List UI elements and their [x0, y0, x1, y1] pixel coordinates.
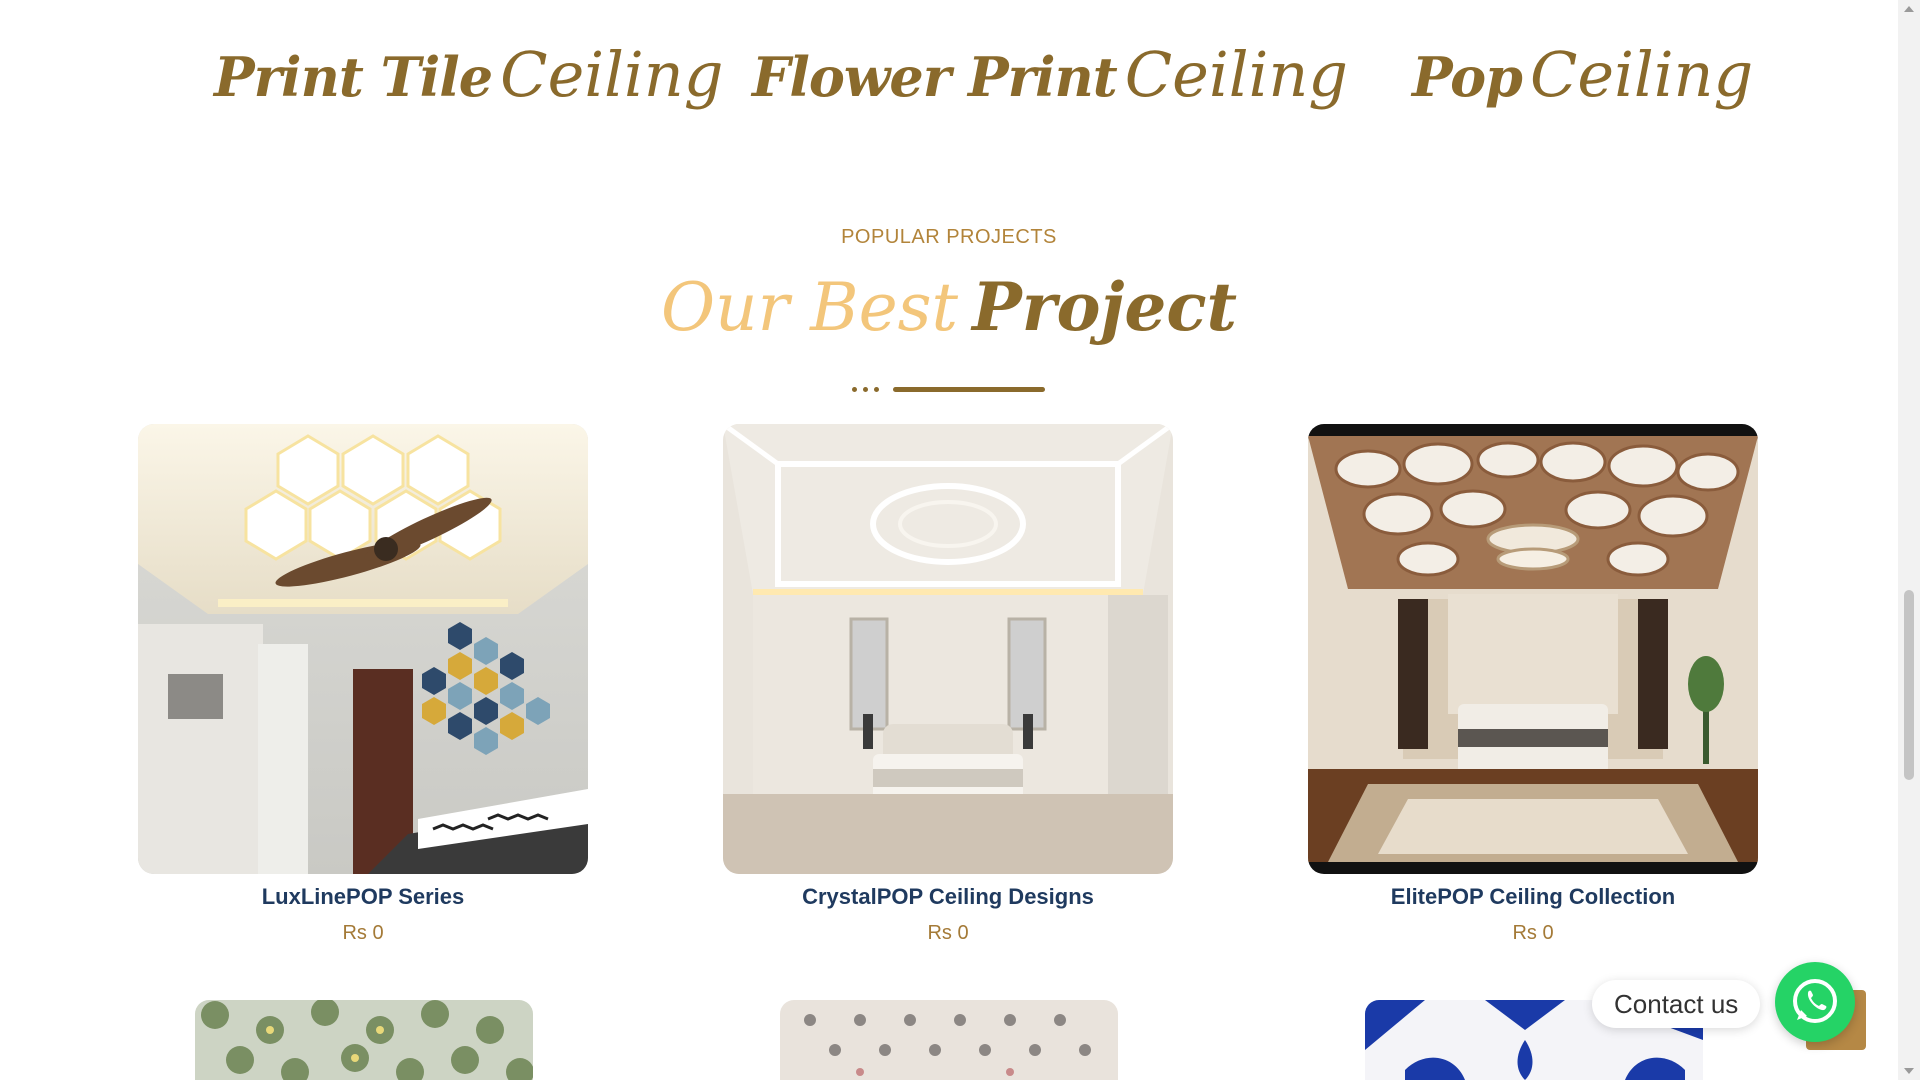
section-title: Our Best Project — [0, 268, 1898, 346]
product-name[interactable]: ElitePOP Ceiling Collection — [1308, 884, 1758, 910]
contact-us-label[interactable]: Contact us — [1592, 980, 1761, 1028]
category-title-bold: Pop — [1412, 45, 1523, 109]
category-title-bold: Flower Print — [752, 45, 1118, 109]
product-price: Rs 0 — [1512, 922, 1554, 944]
category-title-thin: Ceiling — [1124, 38, 1348, 111]
product-price: Rs 0 — [927, 922, 969, 944]
section-title-dark: Project — [972, 268, 1238, 346]
page: Print Tile Ceiling Flower Print Ceiling Po… — [0, 0, 1898, 1080]
product-image[interactable] — [138, 424, 588, 874]
category-pop-ceiling[interactable]: Pop Ceiling — [1412, 38, 1753, 111]
product-name[interactable]: CrystalPOP Ceiling Designs — [723, 884, 1173, 910]
section-title-light: Our Best — [660, 269, 959, 346]
whatsapp-icon — [1793, 979, 1837, 1023]
product-card-row2-2[interactable] — [780, 1000, 1118, 1080]
scroll-down-icon[interactable] — [1904, 1068, 1914, 1074]
category-title-thin: Ceiling — [1529, 38, 1754, 111]
section-eyebrow: POPULAR PROJECTS — [841, 226, 1057, 248]
scrollbar[interactable] — [1898, 0, 1920, 1080]
divider-bar — [893, 387, 1045, 392]
scroll-up-icon[interactable] — [1904, 6, 1914, 12]
category-flower-print-ceiling[interactable]: Flower Print Ceiling — [752, 38, 1348, 111]
product-image[interactable] — [780, 1000, 1118, 1080]
divider-dot — [874, 387, 879, 392]
product-card-row2-1[interactable] — [195, 1000, 533, 1080]
product-card-luxline[interactable]: LuxLinePOP Series Rs 0 — [138, 424, 588, 945]
product-price: Rs 0 — [342, 922, 384, 944]
whatsapp-button[interactable] — [1775, 962, 1855, 1042]
divider-dot — [852, 387, 857, 392]
product-card-elite[interactable]: ElitePOP Ceiling Collection Rs 0 — [1308, 424, 1758, 945]
section-divider — [852, 386, 1052, 392]
product-image[interactable] — [195, 1000, 533, 1080]
product-image[interactable] — [1308, 424, 1758, 874]
product-name[interactable]: LuxLinePOP Series — [138, 884, 588, 910]
category-print-tile-ceiling[interactable]: Print Tile Ceiling — [214, 38, 723, 111]
category-title-bold: Print Tile — [214, 45, 493, 109]
divider-dot — [863, 387, 868, 392]
product-image[interactable] — [723, 424, 1173, 874]
category-title-thin: Ceiling — [500, 38, 724, 111]
scrollbar-thumb[interactable] — [1904, 590, 1914, 780]
product-card-crystal[interactable]: CrystalPOP Ceiling Designs Rs 0 — [723, 424, 1173, 945]
